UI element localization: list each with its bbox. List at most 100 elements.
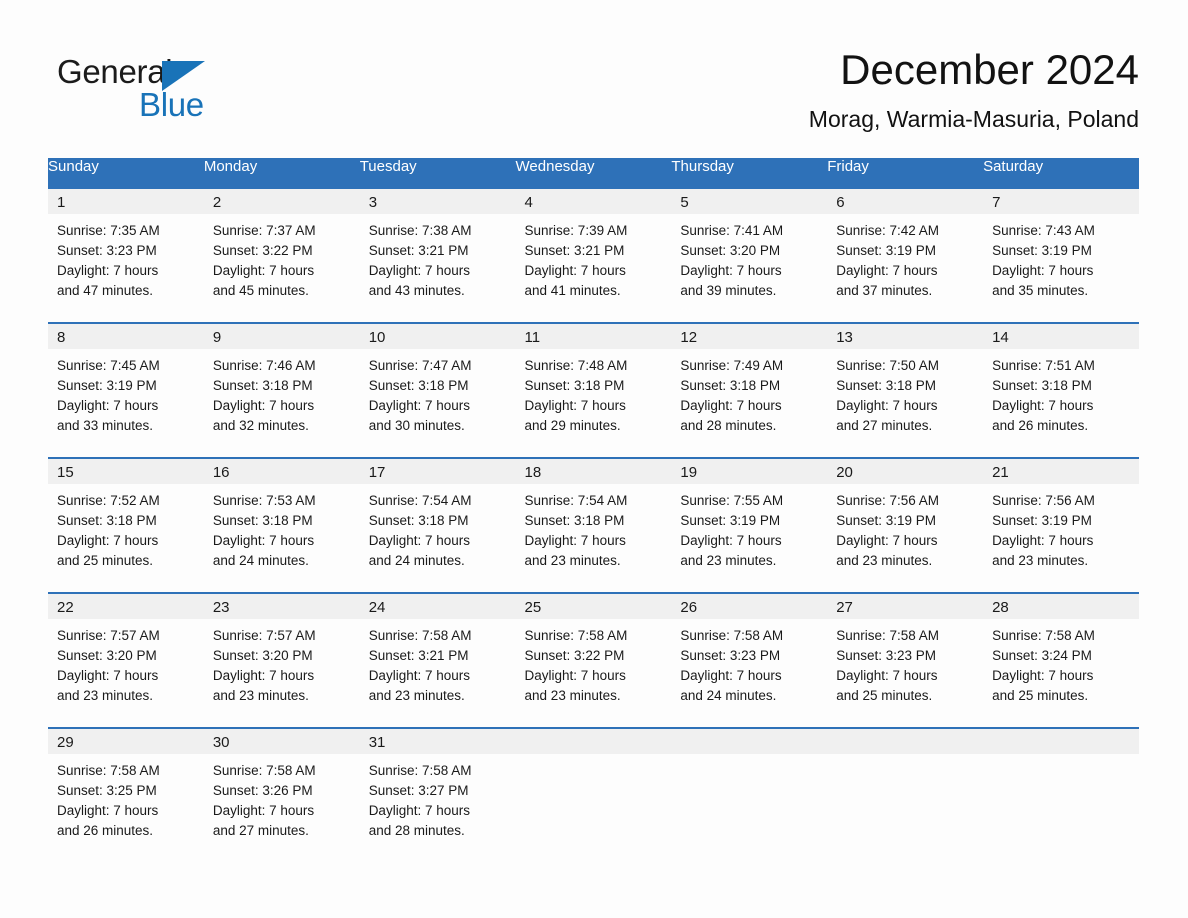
day-number-cell[interactable]: 7 <box>983 189 1139 214</box>
day-number-cell[interactable]: 28 <box>983 592 1139 619</box>
daylight-text-line1: Daylight: 7 hours <box>368 398 470 413</box>
sunset-text: Sunset: 3:19 PM <box>680 513 781 528</box>
sunset-text: Sunset: 3:18 PM <box>992 378 1092 393</box>
daylight-text-line2: and 23 minutes. <box>680 553 777 568</box>
day-info-cell-empty <box>671 754 828 863</box>
day-info-cell[interactable]: Sunrise: 7:57 AM Sunset: 3:20 PM Dayligh… <box>203 619 360 728</box>
daylight-text-line2: and 32 minutes. <box>212 418 309 433</box>
sunrise-text: Sunrise: 7:49 AM <box>680 358 784 373</box>
sunset-text: Sunset: 3:20 PM <box>680 243 781 258</box>
day-info-cell[interactable]: Sunrise: 7:42 AM Sunset: 3:19 PM Dayligh… <box>827 214 984 323</box>
day-info-cell[interactable]: Sunrise: 7:58 AM Sunset: 3:22 PM Dayligh… <box>515 619 672 728</box>
day-number-cell[interactable]: 27 <box>827 592 984 619</box>
sunset-text: Sunset: 3:24 PM <box>992 648 1092 663</box>
day-info-cell[interactable]: Sunrise: 7:54 AM Sunset: 3:18 PM Dayligh… <box>359 484 516 593</box>
day-info-cell[interactable]: Sunrise: 7:52 AM Sunset: 3:18 PM Dayligh… <box>48 484 204 593</box>
day-number-cell[interactable]: 12 <box>671 322 828 349</box>
weekday-header-monday: Monday <box>203 158 360 189</box>
day-number-cell[interactable]: 14 <box>983 322 1139 349</box>
day-info-cell[interactable]: Sunrise: 7:57 AM Sunset: 3:20 PM Dayligh… <box>48 619 204 728</box>
daylight-text-line1: Daylight: 7 hours <box>368 803 470 818</box>
day-number-cell[interactable]: 25 <box>515 592 672 619</box>
day-number-cell[interactable]: 15 <box>48 457 204 484</box>
day-info-cell[interactable]: Sunrise: 7:48 AM Sunset: 3:18 PM Dayligh… <box>515 349 672 458</box>
day-info-cell[interactable]: Sunrise: 7:55 AM Sunset: 3:19 PM Dayligh… <box>671 484 828 593</box>
day-info-cell[interactable]: Sunrise: 7:45 AM Sunset: 3:19 PM Dayligh… <box>48 349 204 458</box>
day-info-cell[interactable]: Sunrise: 7:51 AM Sunset: 3:18 PM Dayligh… <box>983 349 1139 458</box>
daylight-text-line1: Daylight: 7 hours <box>524 668 626 683</box>
day-info-cell[interactable]: Sunrise: 7:58 AM Sunset: 3:27 PM Dayligh… <box>359 754 516 863</box>
day-number-cell[interactable]: 8 <box>48 322 204 349</box>
daylight-text-line1: Daylight: 7 hours <box>992 398 1094 413</box>
day-info-cell[interactable]: Sunrise: 7:47 AM Sunset: 3:18 PM Dayligh… <box>359 349 516 458</box>
day-number-cell[interactable]: 24 <box>359 592 516 619</box>
daylight-text-line2: and 45 minutes. <box>212 283 309 298</box>
day-number-cell[interactable]: 29 <box>48 727 204 754</box>
day-number-cell[interactable]: 2 <box>203 189 360 214</box>
day-info-cell[interactable]: Sunrise: 7:46 AM Sunset: 3:18 PM Dayligh… <box>203 349 360 458</box>
page-header: General Blue December 2024 Morag, Warmia… <box>48 44 1139 144</box>
day-number-cell[interactable]: 5 <box>671 189 828 214</box>
week-daynum-row: 15 16 17 18 19 20 21 <box>48 457 1139 484</box>
daylight-text-line2: and 26 minutes. <box>57 823 154 838</box>
day-number-cell[interactable]: 18 <box>515 457 672 484</box>
day-info-cell[interactable]: Sunrise: 7:58 AM Sunset: 3:24 PM Dayligh… <box>983 619 1139 728</box>
day-number-cell[interactable]: 23 <box>203 592 360 619</box>
sunrise-text: Sunrise: 7:56 AM <box>992 493 1095 508</box>
day-number-cell[interactable]: 13 <box>827 322 984 349</box>
day-number-cell[interactable]: 26 <box>671 592 828 619</box>
sunset-text: Sunset: 3:20 PM <box>57 648 157 663</box>
sunset-text: Sunset: 3:23 PM <box>57 243 157 258</box>
day-info-cell[interactable]: Sunrise: 7:54 AM Sunset: 3:18 PM Dayligh… <box>515 484 672 593</box>
day-info-cell[interactable]: Sunrise: 7:35 AM Sunset: 3:23 PM Dayligh… <box>48 214 204 323</box>
day-info-cell[interactable]: Sunrise: 7:49 AM Sunset: 3:18 PM Dayligh… <box>671 349 828 458</box>
sunrise-text: Sunrise: 7:53 AM <box>212 493 316 508</box>
day-info-cell[interactable]: Sunrise: 7:41 AM Sunset: 3:20 PM Dayligh… <box>671 214 828 323</box>
day-number-cell[interactable]: 21 <box>983 457 1139 484</box>
sunset-text: Sunset: 3:23 PM <box>836 648 937 663</box>
day-number-cell[interactable]: 19 <box>671 457 828 484</box>
day-info-cell[interactable]: Sunrise: 7:58 AM Sunset: 3:25 PM Dayligh… <box>48 754 204 863</box>
day-number-cell[interactable]: 16 <box>203 457 360 484</box>
day-info-cell[interactable]: Sunrise: 7:58 AM Sunset: 3:23 PM Dayligh… <box>671 619 828 728</box>
day-info-cell[interactable]: Sunrise: 7:56 AM Sunset: 3:19 PM Dayligh… <box>827 484 984 593</box>
day-number-cell[interactable]: 17 <box>359 457 516 484</box>
day-info-cell[interactable]: Sunrise: 7:56 AM Sunset: 3:19 PM Dayligh… <box>983 484 1139 593</box>
day-info-cell[interactable]: Sunrise: 7:39 AM Sunset: 3:21 PM Dayligh… <box>515 214 672 323</box>
day-info-cell[interactable]: Sunrise: 7:50 AM Sunset: 3:18 PM Dayligh… <box>827 349 984 458</box>
daylight-text-line2: and 24 minutes. <box>212 553 309 568</box>
daylight-text-line2: and 26 minutes. <box>992 418 1089 433</box>
day-number-cell[interactable]: 4 <box>515 189 672 214</box>
sunset-text: Sunset: 3:18 PM <box>368 378 469 393</box>
sunset-text: Sunset: 3:20 PM <box>212 648 313 663</box>
sunset-text: Sunset: 3:21 PM <box>368 243 469 258</box>
day-info-cell-empty <box>827 754 984 863</box>
day-number-cell[interactable]: 9 <box>203 322 360 349</box>
day-info-cell[interactable]: Sunrise: 7:38 AM Sunset: 3:21 PM Dayligh… <box>359 214 516 323</box>
day-number-cell[interactable]: 3 <box>359 189 516 214</box>
brand-logo[interactable]: General Blue <box>57 53 317 133</box>
daylight-text-line2: and 25 minutes. <box>836 688 933 703</box>
day-number-cell[interactable]: 22 <box>48 592 204 619</box>
day-number-cell[interactable]: 6 <box>827 189 984 214</box>
day-info-cell[interactable]: Sunrise: 7:53 AM Sunset: 3:18 PM Dayligh… <box>203 484 360 593</box>
weekday-header-sunday: Sunday <box>48 158 204 189</box>
daylight-text-line2: and 41 minutes. <box>524 283 621 298</box>
sunset-text: Sunset: 3:21 PM <box>368 648 469 663</box>
day-number-cell[interactable]: 10 <box>359 322 516 349</box>
daylight-text-line2: and 33 minutes. <box>57 418 154 433</box>
day-info-cell[interactable]: Sunrise: 7:58 AM Sunset: 3:21 PM Dayligh… <box>359 619 516 728</box>
sunrise-text: Sunrise: 7:46 AM <box>212 358 316 373</box>
day-number-cell[interactable]: 11 <box>515 322 672 349</box>
day-info-cell[interactable]: Sunrise: 7:43 AM Sunset: 3:19 PM Dayligh… <box>983 214 1139 323</box>
day-info-cell[interactable]: Sunrise: 7:58 AM Sunset: 3:26 PM Dayligh… <box>203 754 360 863</box>
sunset-text: Sunset: 3:22 PM <box>524 648 625 663</box>
sunrise-text: Sunrise: 7:58 AM <box>368 763 472 778</box>
day-number-cell[interactable]: 30 <box>203 727 360 754</box>
day-info-cell[interactable]: Sunrise: 7:37 AM Sunset: 3:22 PM Dayligh… <box>203 214 360 323</box>
day-number-cell[interactable]: 20 <box>827 457 984 484</box>
day-info-cell[interactable]: Sunrise: 7:58 AM Sunset: 3:23 PM Dayligh… <box>827 619 984 728</box>
day-number-cell[interactable]: 31 <box>359 727 516 754</box>
day-number-cell[interactable]: 1 <box>48 189 204 214</box>
week-info-row: Sunrise: 7:45 AM Sunset: 3:19 PM Dayligh… <box>48 349 1139 458</box>
